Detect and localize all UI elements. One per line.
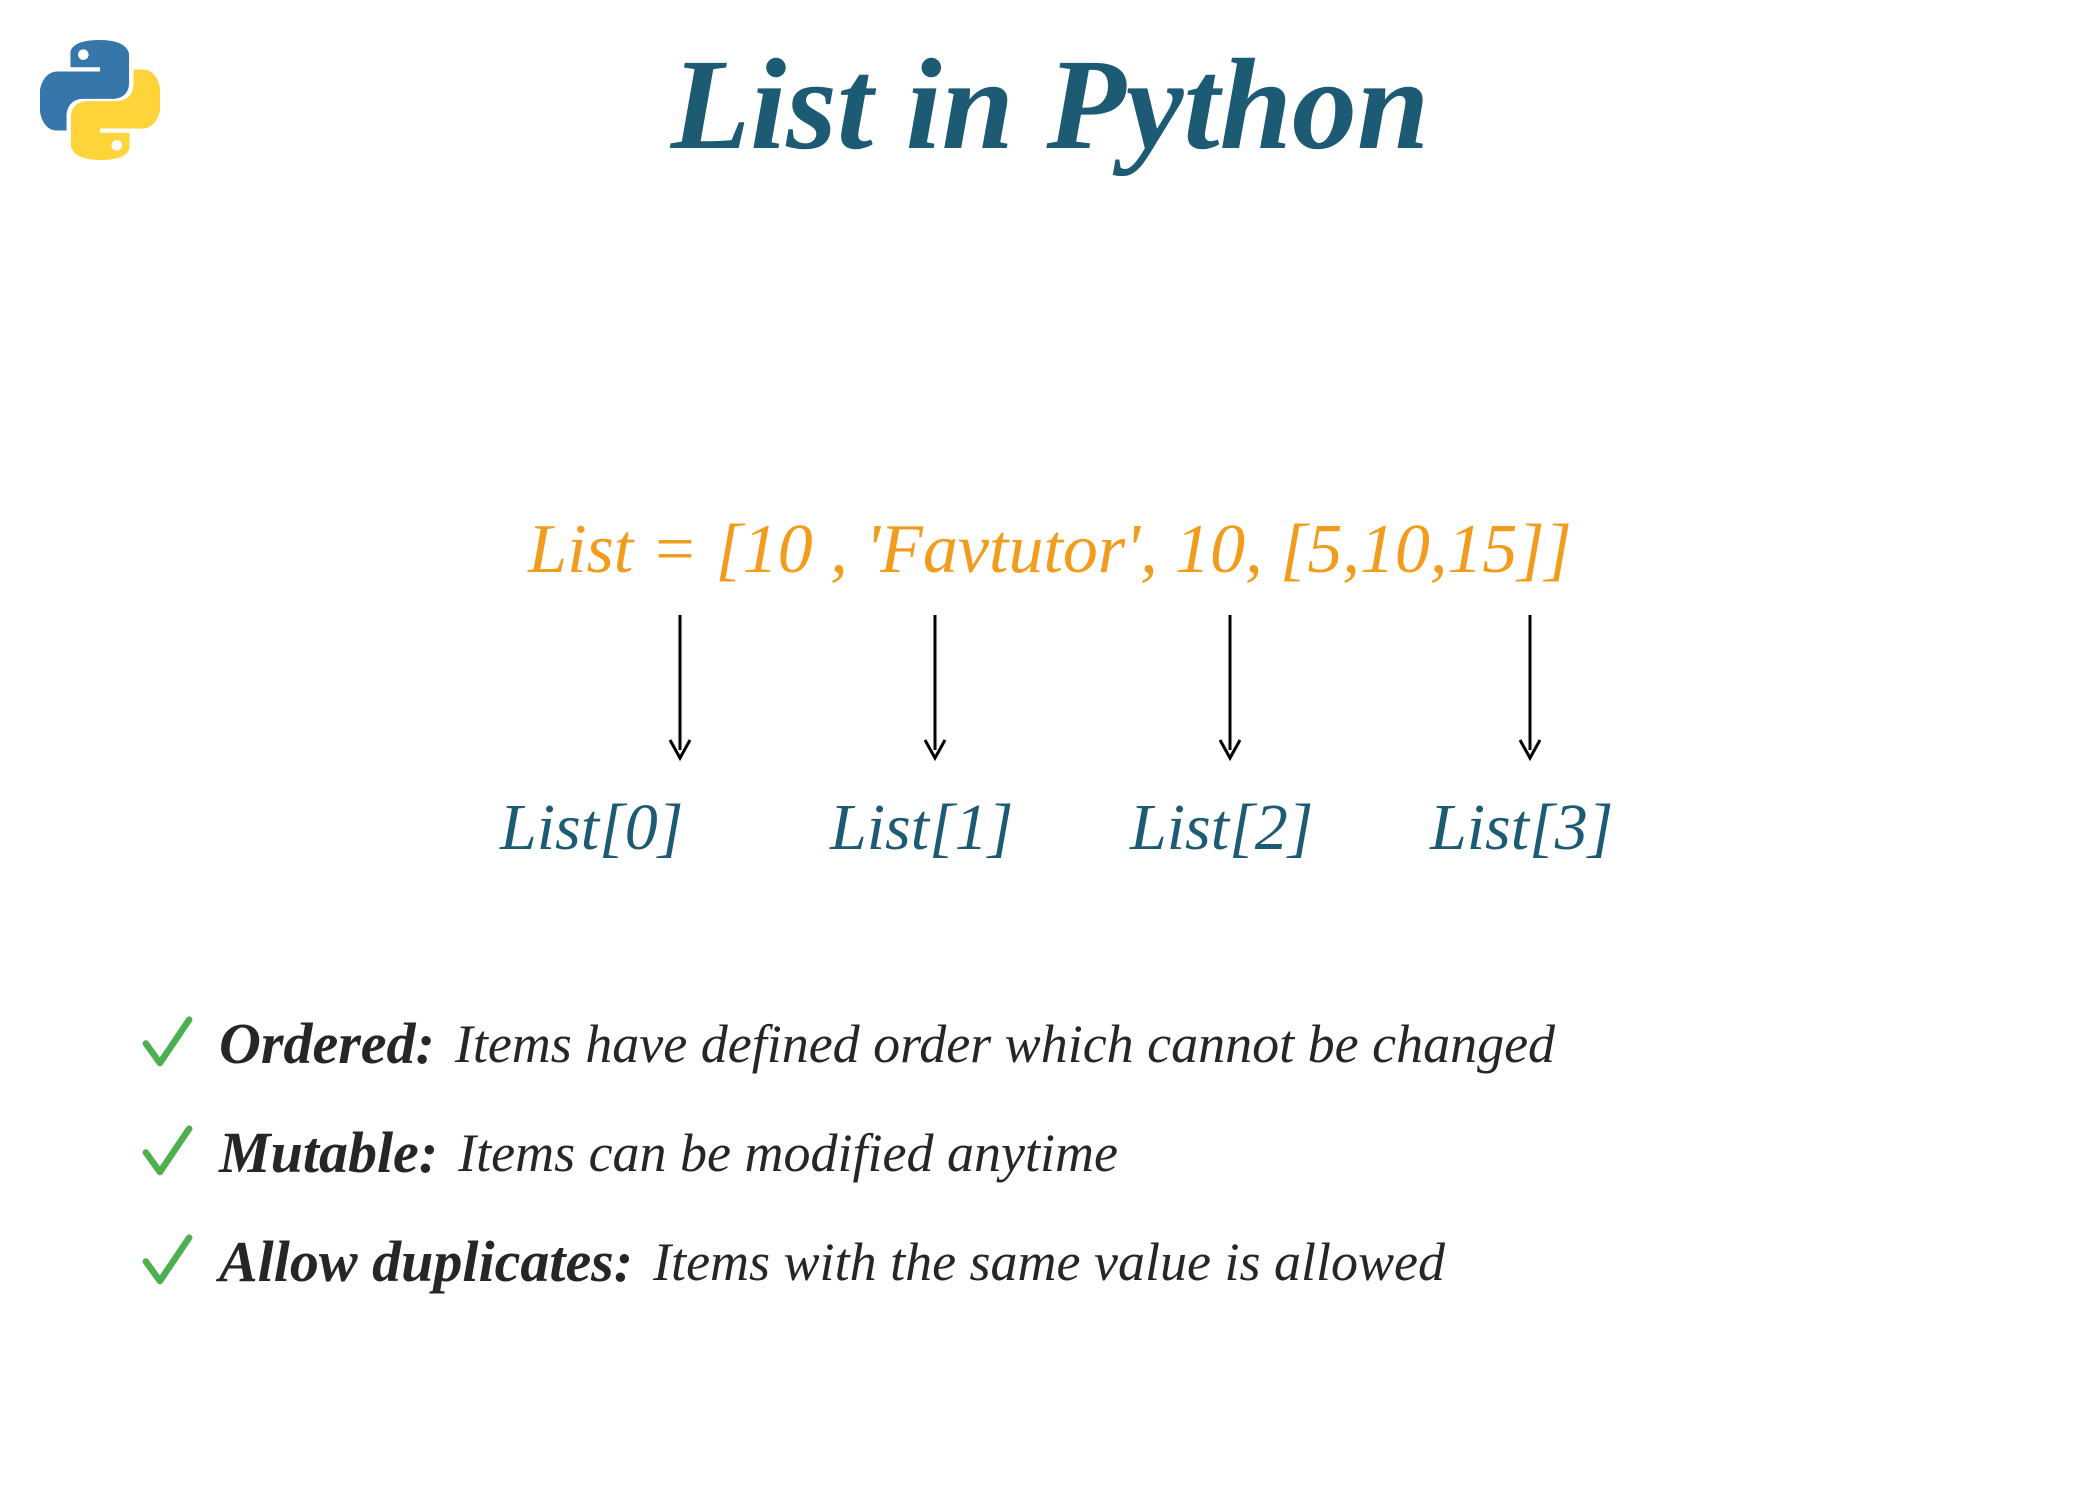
arrow-icon xyxy=(665,610,695,770)
check-icon xyxy=(140,1120,195,1185)
python-logo-icon xyxy=(40,40,160,160)
check-icon xyxy=(140,1011,195,1076)
features-list: Ordered: Items have defined order which … xyxy=(140,1010,1555,1337)
index-label: List[3] xyxy=(1430,790,1613,866)
index-labels-group: List[0] List[1] List[2] List[3] xyxy=(0,790,2100,880)
feature-name: Mutable: xyxy=(219,1119,438,1186)
feature-item: Ordered: Items have defined order which … xyxy=(140,1010,1555,1077)
index-label: List[1] xyxy=(830,790,1013,866)
feature-item: Allow duplicates: Items with the same va… xyxy=(140,1228,1555,1295)
feature-description: Items can be modified anytime xyxy=(458,1122,1118,1184)
feature-item: Mutable: Items can be modified anytime xyxy=(140,1119,1555,1186)
feature-description: Items with the same value is allowed xyxy=(653,1231,1445,1293)
arrow-icon xyxy=(1515,610,1545,770)
feature-name: Allow duplicates: xyxy=(219,1228,633,1295)
check-icon xyxy=(140,1229,195,1294)
arrow-icon xyxy=(920,610,950,770)
page-title: List in Python xyxy=(671,30,1429,180)
list-definition-code: List = [10 , 'Favtutor', 10, [5,10,15]] xyxy=(528,510,1572,590)
index-label: List[0] xyxy=(500,790,683,866)
index-label: List[2] xyxy=(1130,790,1313,866)
arrows-group xyxy=(0,610,2100,780)
feature-description: Items have defined order which cannot be… xyxy=(455,1013,1555,1075)
feature-name: Ordered: xyxy=(219,1010,435,1077)
arrow-icon xyxy=(1215,610,1245,770)
